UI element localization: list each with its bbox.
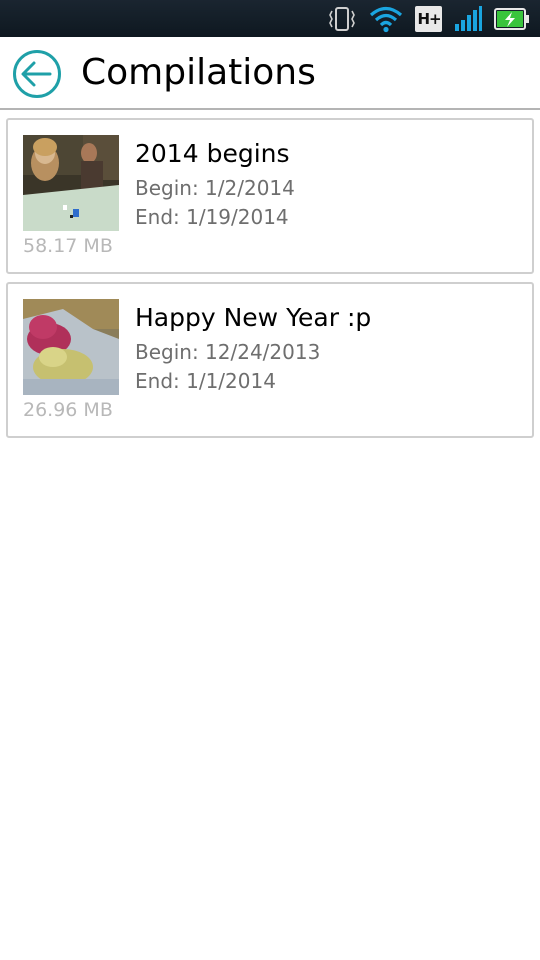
arrow-left-circle-icon [13,50,61,98]
network-type-icon: H+ [415,5,442,32]
compilations-list: 2014 begins Begin: 1/2/2014 End: 1/19/20… [6,118,534,446]
compilation-thumbnail [23,135,119,231]
compilation-title: Happy New Year :p [135,303,372,332]
action-bar: Compilations [0,37,540,110]
compilation-item[interactable]: 2014 begins Begin: 1/2/2014 End: 1/19/20… [6,118,534,274]
compilation-title: 2014 begins [135,139,290,168]
compilation-end-date: End: 1/19/2014 [135,205,289,229]
back-button[interactable] [12,49,62,99]
wifi-icon [369,5,403,33]
people-at-table-photo [23,135,119,231]
signal-icon [454,5,482,32]
compilation-item[interactable]: Happy New Year :p Begin: 12/24/2013 End:… [6,282,534,438]
compilation-begin-date: Begin: 12/24/2013 [135,340,321,364]
compilation-begin-date: Begin: 1/2/2014 [135,176,295,200]
baby-sleeping-photo [23,299,119,395]
compilation-size: 58.17 MB [23,235,113,257]
compilation-end-date: End: 1/1/2014 [135,369,276,393]
compilation-size: 26.96 MB [23,399,113,421]
vibrate-icon [327,5,357,33]
page-title: Compilations [81,52,316,93]
status-bar: H+ [0,0,540,37]
battery-charging-icon [494,7,530,31]
compilation-thumbnail [23,299,119,395]
